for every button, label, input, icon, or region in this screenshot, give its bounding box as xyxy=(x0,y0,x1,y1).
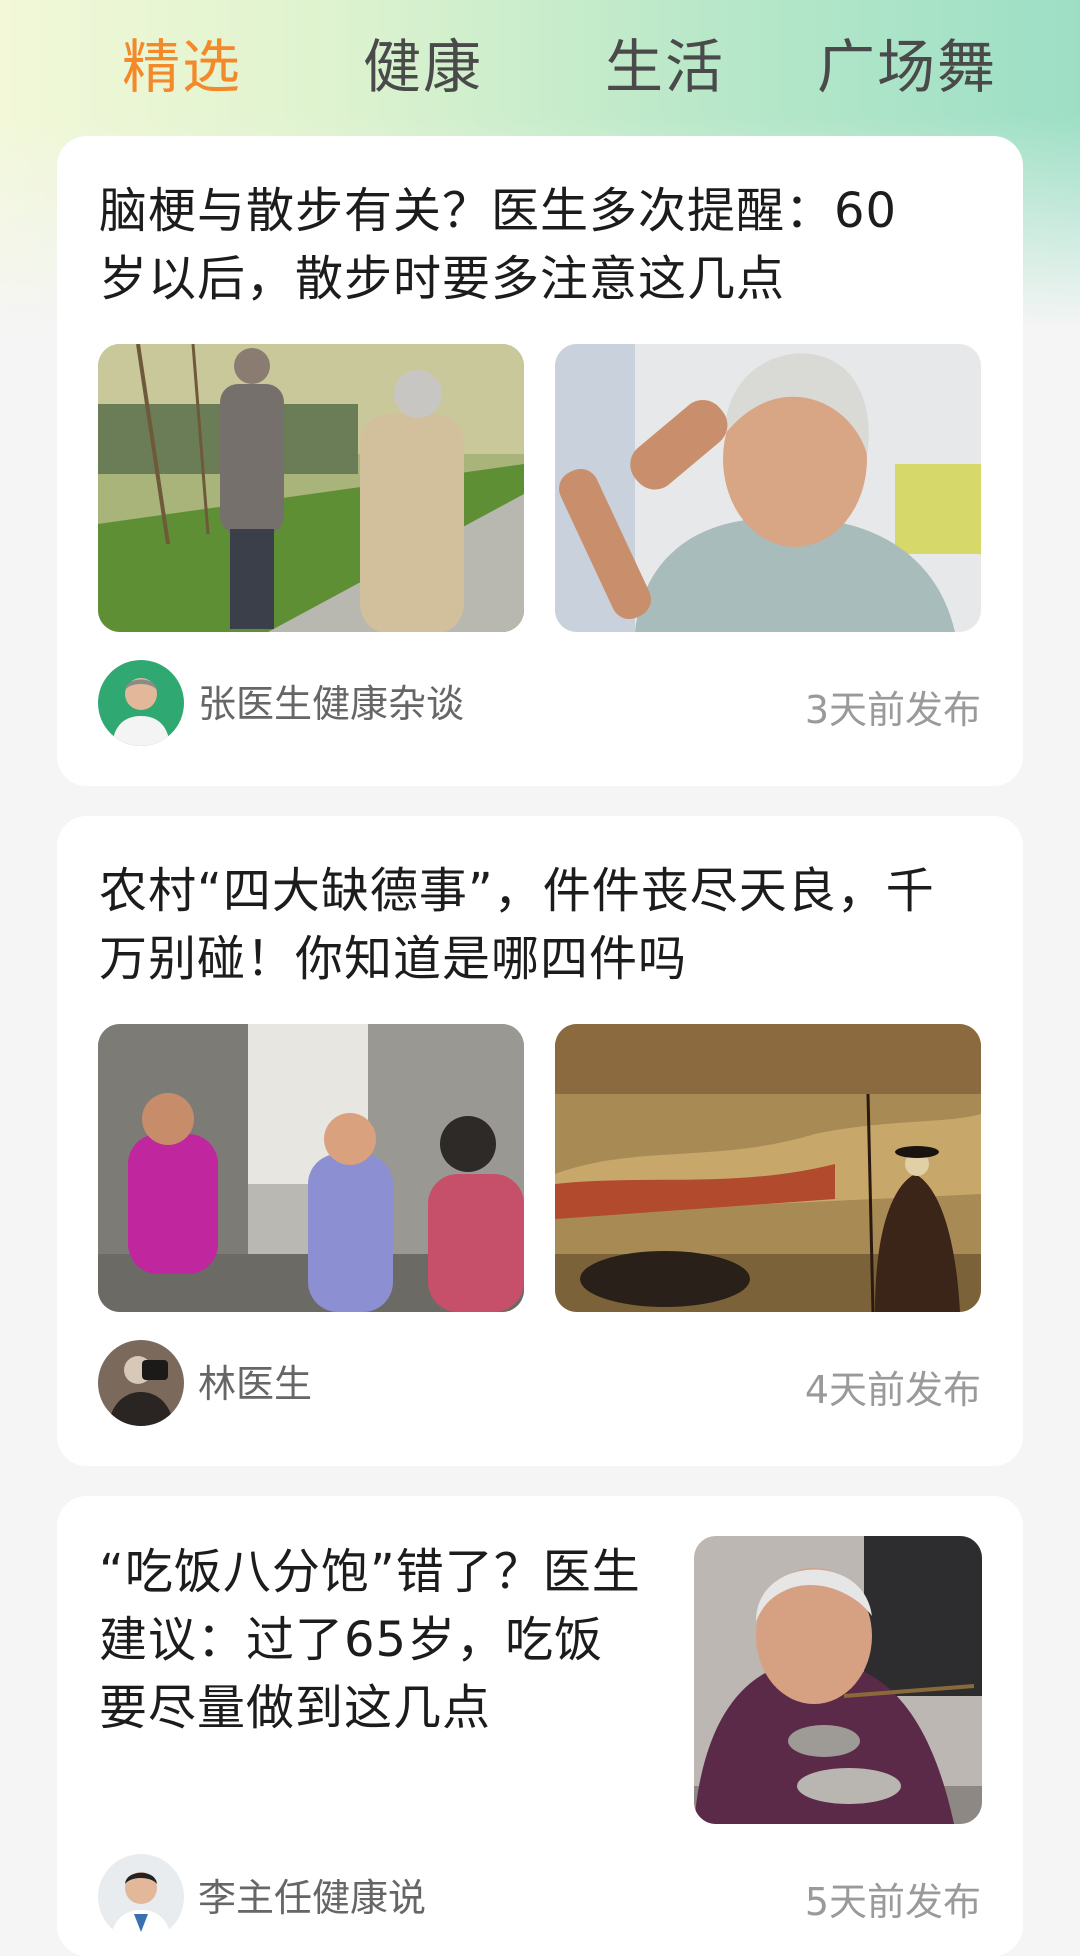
author-avatar[interactable] xyxy=(98,1854,184,1940)
publish-time: 5天前发布 xyxy=(804,1880,981,1924)
article-title[interactable]: 脑梗与散步有关？医生多次提醒：60 岁以后，散步时要多注意这几点 xyxy=(99,177,897,313)
author-avatar[interactable] xyxy=(98,660,184,746)
article-card[interactable]: 脑梗与散步有关？医生多次提醒：60 岁以后，散步时要多注意这几点 张医生健康杂谈… xyxy=(57,136,1023,786)
article-title-line: 要尽量做到这几点 xyxy=(99,1680,492,1736)
tab-square-dance[interactable]: 广场舞 xyxy=(817,26,997,108)
tab-life[interactable]: 生活 xyxy=(605,26,725,108)
article-card[interactable]: “吃饭八分饱”错了？医生 建议：过了65岁，吃饭 要尽量做到这几点 李主任健康说… xyxy=(57,1496,1023,1956)
publish-time: 3天前发布 xyxy=(804,688,981,732)
tab-health[interactable]: 健康 xyxy=(363,26,483,108)
article-title-line: 农村“四大缺德事”，件件丧尽天良，千 xyxy=(99,863,935,919)
publish-time: 4天前发布 xyxy=(804,1368,981,1412)
article-image-couple-walking[interactable] xyxy=(98,344,524,632)
article-image-woman-eating[interactable] xyxy=(694,1536,982,1824)
article-title-line: “吃饭八分饱”错了？医生 xyxy=(99,1544,641,1600)
article-title[interactable]: 农村“四大缺德事”，件件丧尽天良，千 万别碰！你知道是哪四件吗 xyxy=(99,857,935,993)
article-title-line: 岁以后，散步时要多注意这几点 xyxy=(99,251,786,307)
article-title-line: 建议：过了65岁，吃饭 xyxy=(99,1612,604,1668)
author-avatar[interactable] xyxy=(98,1340,184,1426)
article-image-ancient-painting[interactable] xyxy=(555,1024,981,1312)
author-name[interactable]: 林医生 xyxy=(198,1358,312,1410)
article-title-line: 万别碰！你知道是哪四件吗 xyxy=(99,931,688,987)
author-name[interactable]: 李主任健康说 xyxy=(198,1872,426,1924)
tab-featured[interactable]: 精选 xyxy=(122,26,242,108)
article-image-woman-headache[interactable] xyxy=(555,344,981,632)
article-title-line: 脑梗与散步有关？医生多次提醒：60 xyxy=(99,183,898,239)
article-title[interactable]: “吃饭八分饱”错了？医生 建议：过了65岁，吃饭 要尽量做到这几点 xyxy=(99,1538,641,1742)
article-image-village-women[interactable] xyxy=(98,1024,524,1312)
author-name[interactable]: 张医生健康杂谈 xyxy=(198,678,464,730)
article-card[interactable]: 农村“四大缺德事”，件件丧尽天良，千 万别碰！你知道是哪四件吗 林医生 4天前发… xyxy=(57,816,1023,1466)
category-tab-bar: 精选 健康 生活 广场舞 xyxy=(0,0,1080,134)
